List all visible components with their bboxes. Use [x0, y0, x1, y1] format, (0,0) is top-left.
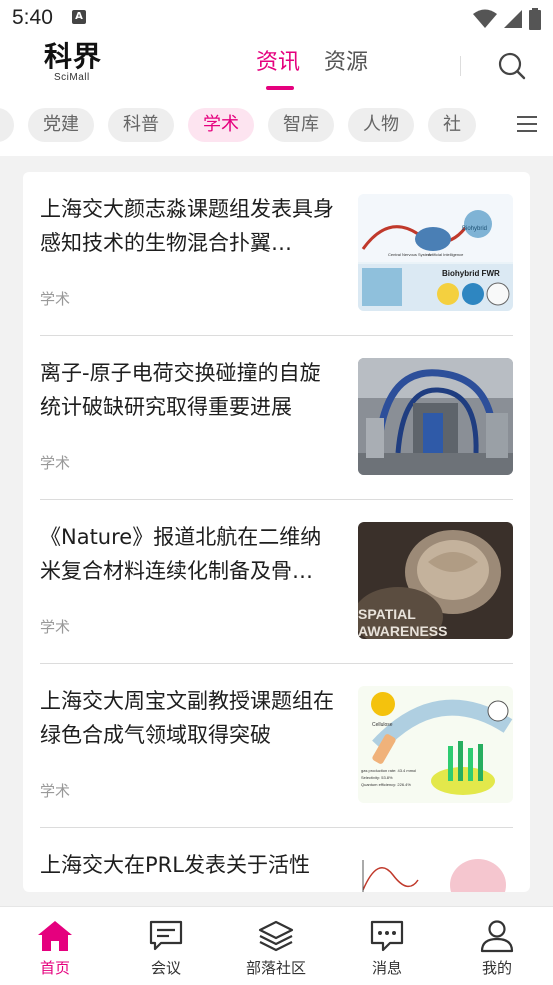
- chip-people[interactable]: 人物: [348, 108, 414, 142]
- nav-messages[interactable]: 消息: [342, 919, 432, 978]
- article-tag: 学术: [40, 290, 71, 308]
- status-bar: 5:40 A: [0, 0, 553, 38]
- article-title: 离子-原子电荷交换碰撞的自旋统计破缺研究取得重要进展: [40, 361, 321, 419]
- top-tabs: 资讯 资源: [256, 44, 368, 90]
- nav-label: 我的: [481, 959, 512, 977]
- chip-think-tank[interactable]: 智库: [268, 108, 334, 142]
- status-time: 5:40: [12, 6, 53, 29]
- article-title: 上海交大周宝文副教授课题组在绿色合成气领域取得突破: [40, 689, 334, 747]
- thumb-label: gas production rate: 43.4 mmol: [361, 768, 416, 773]
- chip-selected[interactable]: 选: [0, 108, 14, 142]
- app-header: 科界 SciMall 资讯 资源: [0, 38, 553, 96]
- logo-text: 科界: [44, 40, 103, 73]
- article-thumbnail: Cellulose gas production rate: 43.4 mmol…: [358, 686, 513, 803]
- thumb-text: AWARENESS: [358, 623, 447, 639]
- nav-home[interactable]: 首页: [10, 919, 100, 978]
- nav-label: 首页: [39, 959, 70, 977]
- list-item[interactable]: 离子-原子电荷交换碰撞的自旋统计破缺研究取得重要进展 学术: [40, 336, 513, 500]
- chip-academic[interactable]: 学术: [188, 108, 254, 142]
- article-title: 上海交大颜志淼课题组发表具身感知技术的生物混合扑翼…: [40, 197, 334, 255]
- nav-community[interactable]: 部落社区: [231, 919, 321, 978]
- layers-icon: [258, 920, 294, 952]
- logo-subtext: SciMall: [54, 72, 90, 83]
- status-icons: [473, 8, 541, 30]
- nav-label: 部落社区: [245, 959, 306, 977]
- article-thumbnail: SPATIAL AWARENESS: [358, 522, 513, 639]
- thumb-label: Selectivity: 53.8%: [361, 775, 393, 780]
- category-chips: 选 党建 科普 学术 智库 人物 社: [0, 108, 476, 142]
- thumb-text: SPATIAL: [358, 606, 416, 622]
- thumb-label: Cellulose: [372, 722, 393, 728]
- nav-meeting[interactable]: 会议: [121, 919, 211, 978]
- nav-profile[interactable]: 我的: [452, 919, 542, 978]
- signal-icon: [504, 10, 522, 28]
- chip-popular-science[interactable]: 科普: [108, 108, 174, 142]
- battery-icon: [529, 8, 541, 30]
- category-bar: 选 党建 科普 学术 智库 人物 社: [0, 96, 553, 156]
- article-tag: 学术: [40, 454, 71, 472]
- list-item[interactable]: 上海交大在PRL发表关于活性: [40, 828, 513, 892]
- list-item[interactable]: 上海交大周宝文副教授课题组在绿色合成气领域取得突破 学术 Cellulose g…: [40, 664, 513, 828]
- header-divider: [460, 56, 461, 76]
- chip-community[interactable]: 社: [428, 108, 476, 142]
- article-thumbnail: [358, 358, 513, 475]
- thumb-label: Artificial Intelligence: [428, 252, 464, 257]
- article-title: 上海交大在PRL发表关于活性: [40, 853, 310, 877]
- scimall-logo: 科界 SciMall: [44, 42, 104, 88]
- wifi-icon: [473, 9, 497, 28]
- article-list: 上海交大颜志淼课题组发表具身感知技术的生物混合扑翼… 学术 Biohybrid …: [23, 172, 530, 892]
- article-tag: 学术: [40, 618, 71, 636]
- home-icon: [38, 921, 72, 951]
- list-item[interactable]: 上海交大颜志淼课题组发表具身感知技术的生物混合扑翼… 学术 Biohybrid …: [40, 172, 513, 336]
- article-thumbnail: [358, 850, 513, 892]
- nav-label: 会议: [150, 959, 181, 977]
- notification-icon: A: [72, 10, 86, 24]
- bottom-nav: 首页 会议 部落社区 消息 我的: [0, 906, 553, 985]
- chip-party[interactable]: 党建: [28, 108, 94, 142]
- tab-news[interactable]: 资讯: [256, 44, 300, 90]
- thumb-label: Quantum efficiency: 226.4%: [361, 782, 411, 787]
- article-tag: 学术: [40, 782, 71, 800]
- message-icon: [370, 920, 404, 952]
- category-menu-icon[interactable]: [517, 116, 537, 134]
- meeting-icon: [149, 920, 183, 951]
- nav-label: 消息: [371, 959, 402, 977]
- search-icon[interactable]: [497, 51, 527, 81]
- tab-resources[interactable]: 资源: [324, 44, 368, 84]
- thumb-label: Biohybrid: [462, 226, 487, 232]
- article-thumbnail: Biohybrid Artificial Intelligence Centra…: [358, 194, 513, 311]
- list-item[interactable]: 《Nature》报道北航在二维纳米复合材料连续化制备及骨… 学术 SPATIAL…: [40, 500, 513, 664]
- thumb-label: Central Nervous System: [388, 252, 432, 257]
- article-title: 《Nature》报道北航在二维纳米复合材料连续化制备及骨…: [40, 525, 322, 583]
- profile-icon: [480, 920, 514, 953]
- thumb-label: Biohybrid FWR: [442, 269, 500, 278]
